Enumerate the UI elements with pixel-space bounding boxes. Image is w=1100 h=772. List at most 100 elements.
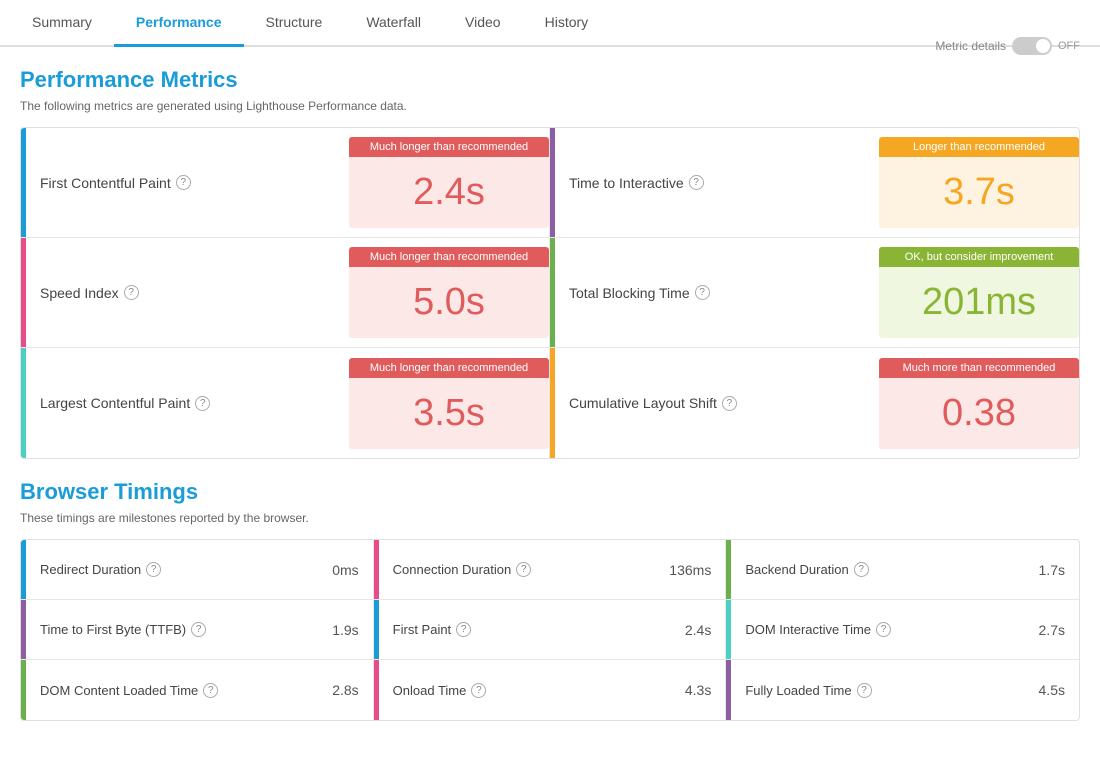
help-icon-timing-flt[interactable]: ? bbox=[857, 683, 872, 698]
help-icon-fcp[interactable]: ? bbox=[176, 175, 191, 190]
help-icon-tbt[interactable]: ? bbox=[695, 285, 710, 300]
metric-number-fcp: 2.4s bbox=[349, 157, 549, 228]
timing-value-ot: 4.3s bbox=[685, 682, 711, 698]
timing-name-rd: Redirect Duration bbox=[40, 562, 141, 577]
metric-number-cls: 0.38 bbox=[879, 378, 1079, 449]
timing-name-fp: First Paint bbox=[393, 622, 452, 637]
metric-label-si: Speed Index ? bbox=[26, 238, 349, 347]
metric-card-fcp: First Contentful Paint ? Much longer tha… bbox=[21, 128, 550, 238]
timing-content-cd: Connection Duration ? 136ms bbox=[379, 540, 726, 599]
status-badge-tti: Longer than recommended bbox=[879, 137, 1079, 157]
timing-value-rd: 0ms bbox=[332, 562, 358, 578]
metric-name-cls: Cumulative Layout Shift bbox=[569, 395, 717, 411]
timing-value-bd: 1.7s bbox=[1039, 562, 1065, 578]
help-icon-timing-dit[interactable]: ? bbox=[876, 622, 891, 637]
metric-name-tti: Time to Interactive bbox=[569, 175, 684, 191]
metric-name-fcp: First Contentful Paint bbox=[40, 175, 171, 191]
timing-content-flt: Fully Loaded Time ? 4.5s bbox=[731, 660, 1079, 720]
tab-video[interactable]: Video bbox=[443, 0, 523, 47]
status-badge-lcp: Much longer than recommended bbox=[349, 358, 549, 378]
timing-content-dclt: DOM Content Loaded Time ? 2.8s bbox=[26, 660, 373, 720]
tab-performance[interactable]: Performance bbox=[114, 0, 244, 47]
timing-content-fp: First Paint ? 2.4s bbox=[379, 600, 726, 659]
timing-name-dit: DOM Interactive Time bbox=[745, 622, 871, 637]
metric-label-tti: Time to Interactive ? bbox=[555, 128, 879, 237]
timing-label-bd: Backend Duration ? bbox=[745, 562, 868, 577]
timing-content-ot: Onload Time ? 4.3s bbox=[379, 660, 726, 720]
timing-label-ttfb: Time to First Byte (TTFB) ? bbox=[40, 622, 206, 637]
help-icon-cls[interactable]: ? bbox=[722, 396, 737, 411]
timing-name-ttfb: Time to First Byte (TTFB) bbox=[40, 622, 186, 637]
metric-name-tbt: Total Blocking Time bbox=[569, 285, 690, 301]
metric-label-cls: Cumulative Layout Shift ? bbox=[555, 348, 879, 458]
help-icon-timing-bd[interactable]: ? bbox=[854, 562, 869, 577]
timing-card-flt: Fully Loaded Time ? 4.5s bbox=[726, 660, 1079, 720]
help-icon-si[interactable]: ? bbox=[124, 285, 139, 300]
performance-subtitle: The following metrics are generated usin… bbox=[20, 99, 1080, 113]
metric-card-lcp: Largest Contentful Paint ? Much longer t… bbox=[21, 348, 550, 458]
timings-grid: Redirect Duration ? 0ms Connection Durat… bbox=[20, 539, 1080, 721]
timing-name-cd: Connection Duration bbox=[393, 562, 512, 577]
metric-value-area-tbt: OK, but consider improvement 201ms bbox=[879, 238, 1079, 347]
toggle-state-label: OFF bbox=[1058, 40, 1080, 52]
timing-content-bd: Backend Duration ? 1.7s bbox=[731, 540, 1079, 599]
metric-card-si: Speed Index ? Much longer than recommend… bbox=[21, 238, 550, 348]
timing-label-dit: DOM Interactive Time ? bbox=[745, 622, 891, 637]
metric-card-tti: Time to Interactive ? Longer than recomm… bbox=[550, 128, 1079, 238]
timing-label-ot: Onload Time ? bbox=[393, 683, 487, 698]
timing-card-rd: Redirect Duration ? 0ms bbox=[21, 540, 374, 600]
status-badge-cls: Much more than recommended bbox=[879, 358, 1079, 378]
help-icon-tti[interactable]: ? bbox=[689, 175, 704, 190]
timing-value-dclt: 2.8s bbox=[332, 682, 358, 698]
timing-card-cd: Connection Duration ? 136ms bbox=[374, 540, 727, 600]
metric-number-lcp: 3.5s bbox=[349, 378, 549, 449]
status-badge-fcp: Much longer than recommended bbox=[349, 137, 549, 157]
metrics-grid: First Contentful Paint ? Much longer tha… bbox=[20, 127, 1080, 459]
tab-structure[interactable]: Structure bbox=[244, 0, 345, 47]
timing-name-ot: Onload Time bbox=[393, 683, 467, 698]
metric-details-toggle[interactable]: Metric details OFF bbox=[935, 37, 1080, 55]
metric-details-label: Metric details bbox=[935, 39, 1006, 53]
timing-content-ttfb: Time to First Byte (TTFB) ? 1.9s bbox=[26, 600, 373, 659]
metric-label-tbt: Total Blocking Time ? bbox=[555, 238, 879, 347]
metric-name-lcp: Largest Contentful Paint bbox=[40, 395, 190, 411]
browser-timings-title: Browser Timings bbox=[20, 479, 1080, 505]
metric-name-si: Speed Index bbox=[40, 285, 119, 301]
metric-value-area-fcp: Much longer than recommended 2.4s bbox=[349, 128, 549, 237]
tab-summary[interactable]: Summary bbox=[10, 0, 114, 47]
help-icon-timing-rd[interactable]: ? bbox=[146, 562, 161, 577]
main-content: Metric details OFF Performance Metrics T… bbox=[0, 47, 1100, 741]
timing-value-fp: 2.4s bbox=[685, 622, 711, 638]
timing-value-cd: 136ms bbox=[669, 562, 711, 578]
timing-label-flt: Fully Loaded Time ? bbox=[745, 683, 871, 698]
metric-label-lcp: Largest Contentful Paint ? bbox=[26, 348, 349, 458]
metric-number-si: 5.0s bbox=[349, 267, 549, 338]
toggle-knob bbox=[1036, 39, 1050, 53]
help-icon-timing-cd[interactable]: ? bbox=[516, 562, 531, 577]
metric-number-tbt: 201ms bbox=[879, 267, 1079, 338]
timing-value-dit: 2.7s bbox=[1039, 622, 1065, 638]
timing-card-ot: Onload Time ? 4.3s bbox=[374, 660, 727, 720]
metric-value-area-lcp: Much longer than recommended 3.5s bbox=[349, 348, 549, 458]
timing-label-fp: First Paint ? bbox=[393, 622, 472, 637]
timing-content-rd: Redirect Duration ? 0ms bbox=[26, 540, 373, 599]
metric-card-cls: Cumulative Layout Shift ? Much more than… bbox=[550, 348, 1079, 458]
performance-title: Performance Metrics bbox=[20, 67, 1080, 93]
timing-name-bd: Backend Duration bbox=[745, 562, 848, 577]
help-icon-timing-ot[interactable]: ? bbox=[471, 683, 486, 698]
tab-history[interactable]: History bbox=[523, 0, 611, 47]
timing-name-flt: Fully Loaded Time bbox=[745, 683, 851, 698]
help-icon-timing-fp[interactable]: ? bbox=[456, 622, 471, 637]
metric-value-area-cls: Much more than recommended 0.38 bbox=[879, 348, 1079, 458]
timing-label-rd: Redirect Duration ? bbox=[40, 562, 161, 577]
help-icon-timing-dclt[interactable]: ? bbox=[203, 683, 218, 698]
help-icon-timing-ttfb[interactable]: ? bbox=[191, 622, 206, 637]
toggle-switch[interactable] bbox=[1012, 37, 1052, 55]
browser-timings-subtitle: These timings are milestones reported by… bbox=[20, 511, 1080, 525]
status-badge-tbt: OK, but consider improvement bbox=[879, 247, 1079, 267]
status-badge-si: Much longer than recommended bbox=[349, 247, 549, 267]
help-icon-lcp[interactable]: ? bbox=[195, 396, 210, 411]
tab-waterfall[interactable]: Waterfall bbox=[344, 0, 443, 47]
timing-content-dit: DOM Interactive Time ? 2.7s bbox=[731, 600, 1079, 659]
timing-card-bd: Backend Duration ? 1.7s bbox=[726, 540, 1079, 600]
